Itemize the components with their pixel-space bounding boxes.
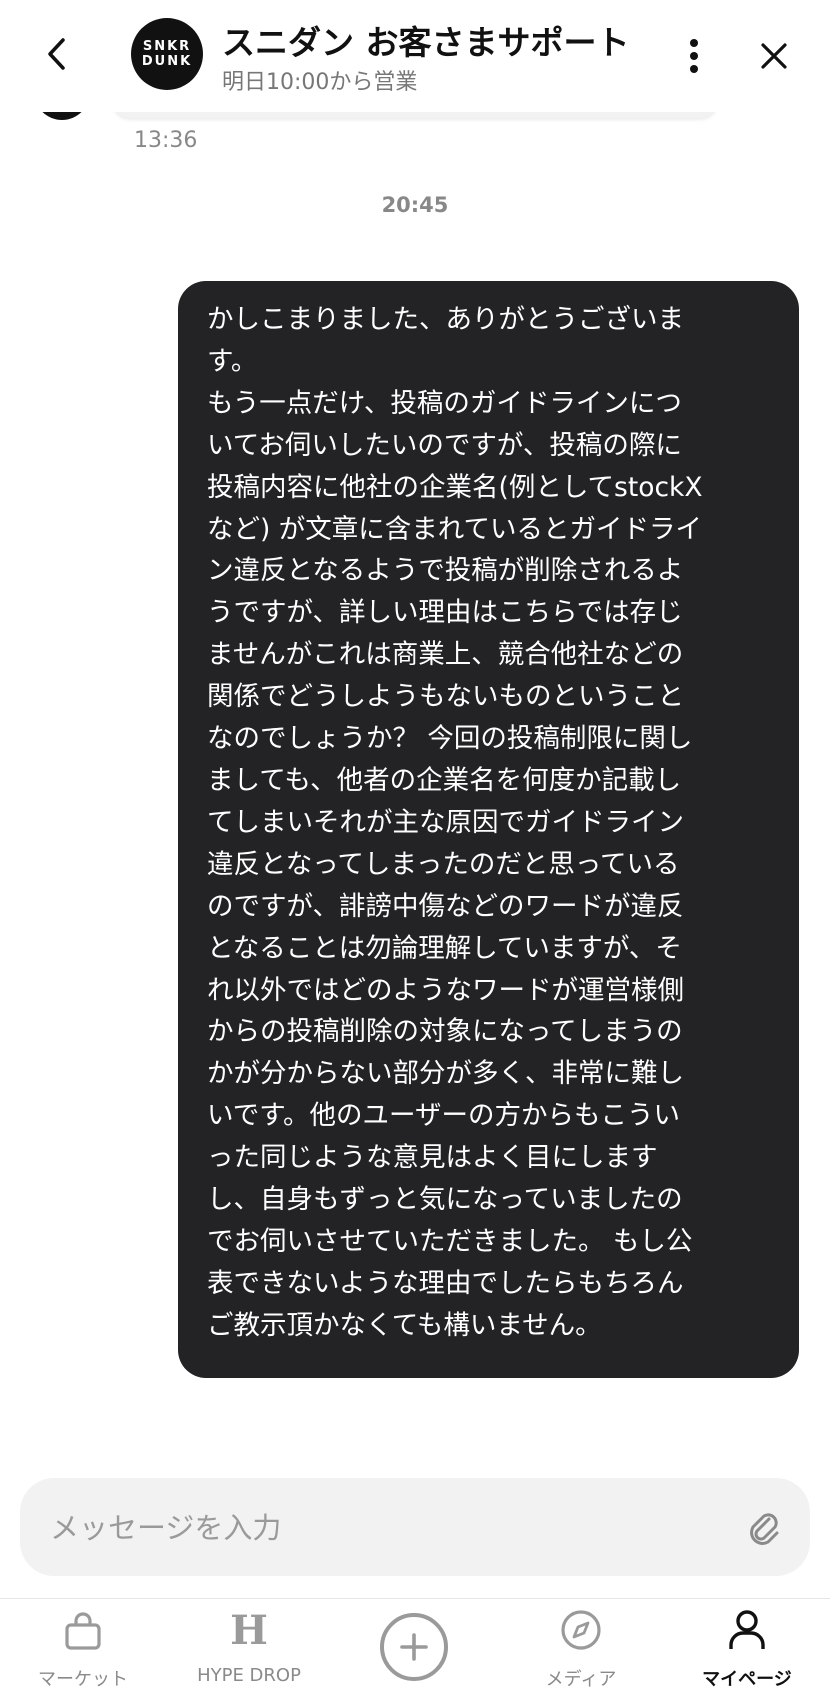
- message-composer: [20, 1478, 810, 1576]
- logo-line-2: DUNK: [141, 54, 193, 69]
- compass-icon: [561, 1610, 601, 1650]
- tab-hype-drop[interactable]: H HYPE DROP: [174, 1599, 324, 1699]
- tab-label: メディア: [545, 1669, 617, 1690]
- paperclip-icon: [750, 1513, 779, 1545]
- more-vertical-icon: [690, 39, 698, 73]
- close-button[interactable]: [754, 36, 794, 76]
- person-icon: [729, 1610, 765, 1649]
- tab-market[interactable]: マーケット: [8, 1599, 158, 1699]
- back-button[interactable]: [36, 34, 76, 74]
- snkrdunk-logo: SNKR DUNK: [131, 18, 203, 90]
- message-timestamp: 13:36: [134, 128, 198, 153]
- close-icon: [761, 43, 787, 69]
- message-input[interactable]: [48, 1500, 712, 1556]
- tab-label: マイページ: [702, 1669, 792, 1690]
- tab-media[interactable]: メディア: [506, 1599, 656, 1699]
- business-hours: 明日10:00から営業: [222, 70, 418, 95]
- message-text: かしこまりました、ありがとうございま す。 もう一点だけ、投稿のガイドラインにつ…: [207, 304, 703, 1341]
- logo-line-1: SNKR: [142, 39, 192, 54]
- tab-label: HYPE DROP: [197, 1665, 301, 1686]
- tab-label: マーケット: [38, 1669, 128, 1690]
- chat-header: SNKR DUNK スニダン お客さまサポート 明日10:00から営業: [0, 0, 830, 112]
- time-separator: 20:45: [381, 193, 449, 217]
- tab-mypage[interactable]: マイページ: [672, 1599, 822, 1699]
- bottom-tab-bar: マーケット H HYPE DROP メディア マイページ: [0, 1598, 830, 1699]
- shopping-bag-icon: [65, 1612, 101, 1650]
- post-button[interactable]: [380, 1613, 448, 1681]
- attach-button[interactable]: [742, 1506, 786, 1550]
- chevron-left-icon: [48, 38, 65, 70]
- hype-drop-icon: H: [230, 1607, 268, 1654]
- more-button[interactable]: [676, 36, 712, 76]
- sent-message-bubble: かしこまりました、ありがとうございま す。 もう一点だけ、投稿のガイドラインにつ…: [178, 281, 799, 1378]
- plus-icon: [400, 1633, 428, 1661]
- page-title: スニダン お客さまサポート: [222, 23, 630, 62]
